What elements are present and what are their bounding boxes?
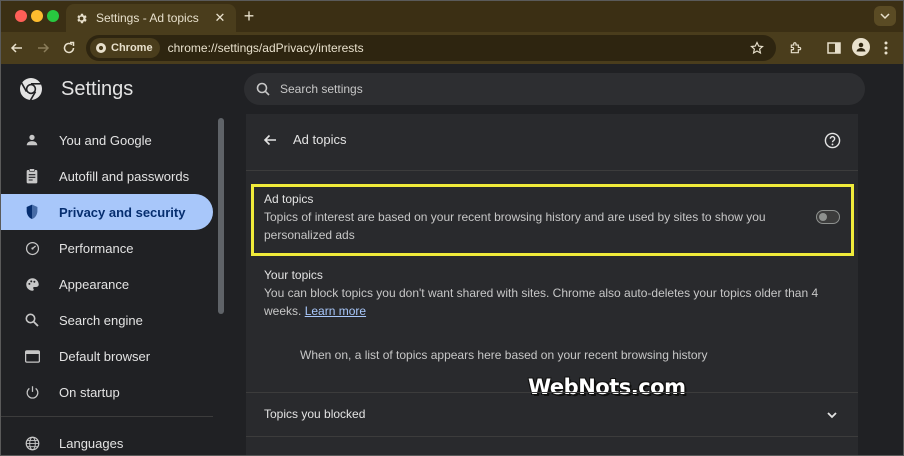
sidebar-item-label: You and Google — [59, 132, 152, 148]
browser-toolbar: Chrome chrome://settings/adPrivacy/inter… — [0, 32, 904, 64]
learn-more-link[interactable]: Learn more — [305, 304, 366, 318]
page-title: Ad topics — [293, 132, 347, 147]
power-icon — [23, 383, 41, 401]
globe-icon — [23, 434, 41, 452]
browser-window: Settings - Ad topics ✕ + Chrome chrome:/… — [0, 0, 904, 456]
sidebar-item-privacy[interactable]: Privacy and security — [0, 194, 213, 230]
ad-topics-description-line1: Topics of interest are based on your rec… — [264, 210, 766, 224]
site-info-chip[interactable]: Chrome — [90, 38, 160, 58]
sidebar-item-languages[interactable]: Languages — [0, 425, 213, 456]
side-panel-button[interactable] — [824, 38, 844, 58]
reload-icon — [63, 41, 75, 54]
sidebar-item-label: Performance — [59, 240, 134, 256]
settings-header: Settings — [0, 64, 904, 114]
browser-window-icon — [23, 347, 41, 365]
sidebar-item-label: On startup — [59, 384, 120, 400]
back-button[interactable] — [7, 38, 27, 58]
forward-button[interactable] — [33, 38, 53, 58]
sidebar-item-label: Privacy and security — [59, 204, 186, 220]
settings-search[interactable] — [244, 73, 865, 105]
extensions-button[interactable] — [786, 38, 806, 58]
chevron-down-icon — [824, 407, 840, 423]
person-icon — [23, 131, 41, 149]
settings-title: Settings — [61, 78, 134, 100]
profile-avatar[interactable] — [852, 38, 870, 56]
close-window-button[interactable] — [15, 10, 27, 22]
sidebar-item-default-browser[interactable]: Default browser — [0, 338, 213, 374]
gear-icon — [74, 11, 88, 25]
topics-blocked-label: Topics you blocked — [264, 407, 366, 421]
tab-search-button[interactable] — [874, 6, 896, 26]
side-panel-icon — [827, 42, 841, 54]
sidebar-item-label: Default browser — [59, 348, 151, 364]
ad-topics-toggle[interactable] — [816, 210, 840, 224]
chrome-icon — [96, 43, 106, 53]
chevron-down-icon — [880, 13, 890, 20]
address-bar[interactable]: Chrome chrome://settings/adPrivacy/inter… — [86, 35, 776, 61]
sidebar-item-label: Autofill and passwords — [59, 168, 190, 184]
your-topics-description-line1: You can block topics you don't want shar… — [264, 286, 819, 300]
reload-button[interactable] — [59, 38, 79, 58]
more-vertical-icon — [884, 41, 888, 55]
search-icon — [254, 80, 272, 98]
sidebar-item-autofill[interactable]: Autofill and passwords — [0, 158, 213, 194]
sidebar-scrollbar[interactable] — [218, 118, 224, 314]
card-divider — [246, 170, 858, 171]
minimize-window-button[interactable] — [31, 10, 43, 22]
sidebar-item-search-engine[interactable]: Search engine — [0, 302, 213, 338]
sidebar-item-appearance[interactable]: Appearance — [0, 266, 213, 302]
person-icon — [856, 42, 866, 52]
bookmark-star-icon[interactable] — [748, 39, 766, 57]
title-bar: Settings - Ad topics ✕ + — [0, 0, 904, 32]
sidebar-divider — [0, 416, 213, 417]
new-tab-button[interactable]: + — [240, 7, 258, 25]
sidebar-item-label: Appearance — [59, 276, 130, 292]
ad-topics-card: Ad topics Ad topics Topics of interest a… — [246, 114, 858, 456]
search-icon — [23, 311, 41, 329]
arrow-left-icon — [10, 43, 22, 53]
empty-topics-note: When on, a list of topics appears here b… — [300, 348, 708, 362]
maximize-window-button[interactable] — [47, 10, 59, 22]
toggle-knob — [819, 213, 827, 221]
your-topics-title: Your topics — [264, 268, 323, 282]
tab-settings[interactable]: Settings - Ad topics ✕ — [66, 4, 236, 32]
card-divider — [246, 436, 858, 437]
clipboard-icon — [23, 167, 41, 185]
arrow-left-icon — [263, 134, 276, 146]
url-text: chrome://settings/adPrivacy/interests — [167, 41, 364, 55]
description-text: weeks. — [264, 304, 302, 318]
close-tab-icon[interactable]: ✕ — [212, 10, 228, 26]
search-input[interactable] — [280, 82, 780, 96]
puzzle-icon — [790, 42, 802, 54]
palette-icon — [23, 275, 41, 293]
settings-sidebar: You and Google Autofill and passwords Pr… — [0, 114, 216, 456]
help-icon — [824, 132, 840, 148]
sidebar-item-label: Search engine — [59, 312, 143, 328]
sidebar-item-you-and-google[interactable]: You and Google — [0, 122, 213, 158]
sidebar-item-label: Languages — [59, 435, 124, 451]
speedometer-icon — [23, 239, 41, 257]
tab-title: Settings - Ad topics — [96, 11, 199, 25]
chrome-logo-icon — [20, 78, 42, 101]
ad-topics-title: Ad topics — [264, 192, 314, 206]
topics-blocked-row[interactable]: Topics you blocked — [246, 393, 858, 436]
your-topics-description-line2: weeks. Learn more — [264, 302, 366, 320]
ad-topics-description-line2: personalized ads — [264, 228, 355, 242]
shield-icon — [23, 203, 41, 221]
help-button[interactable] — [822, 130, 842, 150]
chip-label: Chrome — [111, 42, 153, 54]
back-arrow-button[interactable] — [260, 130, 280, 150]
sidebar-item-on-startup[interactable]: On startup — [0, 374, 213, 410]
menu-button[interactable] — [876, 38, 896, 58]
sidebar-item-performance[interactable]: Performance — [0, 230, 213, 266]
arrow-right-icon — [38, 43, 50, 53]
